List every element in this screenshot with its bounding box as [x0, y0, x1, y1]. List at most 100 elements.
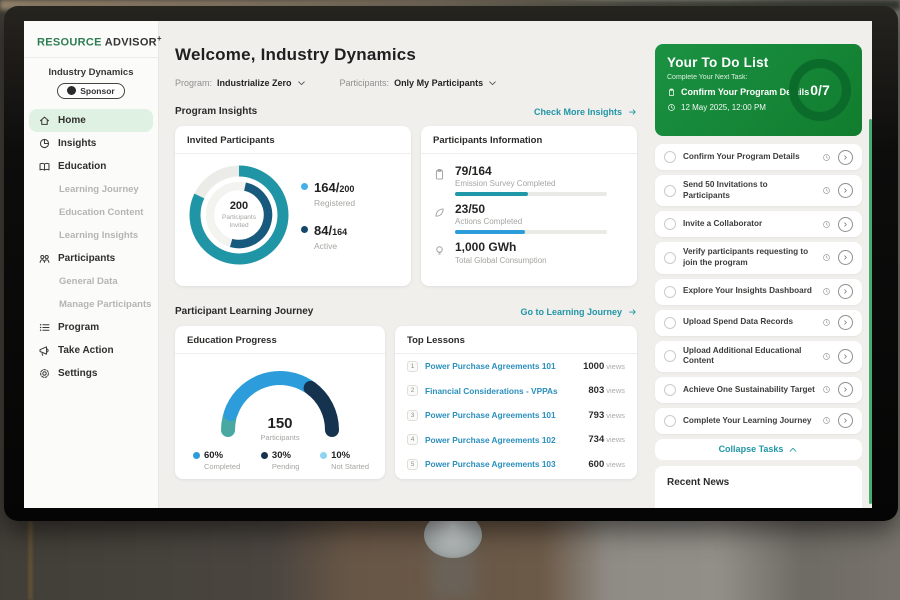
legend-label: Active	[314, 241, 347, 251]
task-open-button[interactable]	[838, 284, 853, 299]
task-row[interactable]: Send 50 Invitations to Participants	[655, 175, 862, 206]
task-checkbox[interactable]	[664, 185, 676, 197]
legend-item-registered: 164/200 Registered	[301, 179, 355, 208]
lesson-row: 5 Power Purchase Agreements 103 600views	[395, 452, 637, 477]
lesson-link[interactable]: Power Purchase Agreements 101	[425, 410, 581, 420]
participants-select[interactable]: Participants: Only My Participants	[340, 78, 498, 88]
task-row[interactable]: Confirm Your Program Details	[655, 144, 862, 170]
legend-dot	[320, 452, 327, 459]
task-row[interactable]: Upload Additional Educational Content	[655, 341, 862, 372]
task-list: Confirm Your Program Details Send 50 Inv…	[655, 144, 862, 508]
task-checkbox[interactable]	[664, 317, 676, 329]
task-checkbox[interactable]	[664, 384, 676, 396]
task-checkbox[interactable]	[664, 286, 676, 298]
sidebar-item-label: General Data	[59, 276, 118, 287]
sidebar-item-home[interactable]: Home	[29, 109, 153, 132]
sidebar: RESOURCE ADVISOR+ Industry Dynamics Spon…	[24, 21, 159, 508]
task-open-button[interactable]	[838, 315, 853, 330]
task-open-button[interactable]	[838, 382, 853, 397]
collapse-tasks-link[interactable]: Collapse Tasks	[655, 439, 862, 460]
stat-actions-completed: 23/50 Actions Completed	[433, 203, 625, 234]
sidebar-item-learning-journey[interactable]: Learning Journey	[24, 178, 158, 201]
legend-item-not-started: 10%Not Started	[320, 450, 369, 471]
task-open-button[interactable]	[838, 413, 853, 428]
lesson-link[interactable]: Power Purchase Agreements 101	[425, 361, 576, 371]
legend-label: Completed	[204, 462, 240, 471]
task-row[interactable]: Invite a Collaborator	[655, 211, 862, 237]
task-open-button[interactable]	[838, 217, 853, 232]
task-open-button[interactable]	[838, 183, 853, 198]
sidebar-item-learning-insights[interactable]: Learning Insights	[24, 224, 158, 247]
legend-label: Not Started	[331, 462, 369, 471]
card-title: Education Progress	[175, 326, 385, 354]
views-suffix: views	[606, 386, 625, 395]
progress-bar	[455, 192, 607, 196]
task-checkbox[interactable]	[664, 252, 676, 264]
main-content: Welcome, Industry Dynamics Program: Indu…	[159, 21, 649, 508]
task-label: Confirm Your Program Details	[683, 147, 815, 168]
chevron-right-icon	[842, 221, 849, 228]
legend-total: 200	[339, 184, 354, 194]
lesson-link[interactable]: Power Purchase Agreements 102	[425, 435, 581, 445]
task-row[interactable]: Verify participants requesting to join t…	[655, 242, 862, 273]
program-icon	[38, 321, 51, 334]
lesson-row: 3 Power Purchase Agreements 101 793views	[395, 403, 637, 428]
task-checkbox[interactable]	[664, 218, 676, 230]
sponsor-badge[interactable]: Sponsor	[57, 83, 124, 99]
check-more-insights-link[interactable]: Check More Insights	[534, 107, 639, 117]
clock-icon	[667, 103, 676, 112]
sidebar-item-participants[interactable]: Participants	[24, 247, 158, 270]
program-select[interactable]: Program: Industrialize Zero	[175, 78, 306, 88]
task-row[interactable]: Achieve One Sustainability Target	[655, 377, 862, 403]
top-lessons-card: Top Lessons 1 Power Purchase Agreements …	[395, 326, 637, 479]
take-action-icon	[38, 344, 51, 357]
lightbulb-icon	[433, 244, 446, 257]
sidebar-item-education[interactable]: Education	[24, 155, 158, 178]
lesson-link[interactable]: Power Purchase Agreements 103	[425, 459, 581, 469]
task-open-button[interactable]	[838, 250, 853, 265]
lesson-views: 1000	[583, 361, 604, 372]
legend-total: 164	[332, 227, 347, 237]
lesson-link[interactable]: Financial Considerations - VPPAs	[425, 386, 581, 396]
task-open-button[interactable]	[838, 349, 853, 364]
sidebar-item-label: Learning Insights	[59, 230, 138, 241]
task-open-button[interactable]	[838, 150, 853, 165]
task-checkbox[interactable]	[664, 415, 676, 427]
sidebar-item-manage-participants[interactable]: Manage Participants	[24, 293, 158, 316]
chevron-down-icon	[297, 80, 306, 87]
legend-item-pending: 30%Pending	[261, 450, 300, 471]
chevron-right-icon	[842, 254, 849, 261]
stat-label: Actions Completed	[455, 217, 607, 226]
section-title-program-insights: Program Insights	[175, 106, 257, 117]
task-checkbox[interactable]	[664, 151, 676, 163]
legend-dot	[301, 183, 308, 190]
task-row[interactable]: Upload Spend Data Records	[655, 310, 862, 336]
task-row[interactable]: Complete Your Learning Journey	[655, 408, 862, 434]
stat-label: Total Global Consumption	[455, 256, 547, 265]
sidebar-item-take-action[interactable]: Take Action	[24, 339, 158, 362]
stat-value: 1,000 GWh	[455, 241, 547, 254]
go-to-learning-journey-link[interactable]: Go to Learning Journey	[520, 307, 639, 317]
task-checkbox[interactable]	[664, 350, 676, 362]
legend-label: Pending	[272, 462, 300, 471]
sidebar-item-settings[interactable]: Settings	[24, 362, 158, 385]
sidebar-item-label: Manage Participants	[59, 299, 151, 310]
screen-scrollbar-accent[interactable]	[869, 119, 872, 504]
sidebar-item-general-data[interactable]: General Data	[24, 270, 158, 293]
todo-progress-ring: 0/7	[789, 59, 851, 121]
sidebar-item-education-content[interactable]: Education Content	[24, 201, 158, 224]
task-row[interactable]: Explore Your Insights Dashboard	[655, 279, 862, 305]
sidebar-item-insights[interactable]: Insights	[24, 132, 158, 155]
sidebar-item-program[interactable]: Program	[24, 316, 158, 339]
todo-panel: Your To Do List Complete Your Next Task:…	[649, 21, 872, 508]
brand-logo: RESOURCE ADVISOR+	[24, 31, 158, 58]
link-label: Check More Insights	[534, 107, 622, 117]
legend-item-active: 84/164 Active	[301, 222, 355, 251]
lesson-views: 734	[588, 434, 604, 445]
legend-item-completed: 60%Completed	[193, 450, 240, 471]
legend-pct: 60%	[204, 450, 240, 461]
brand-part1: RESOURCE	[37, 37, 102, 49]
program-select-value: Industrialize Zero	[217, 78, 292, 88]
legend-dot	[301, 226, 308, 233]
lesson-row: 2 Financial Considerations - VPPAs 803vi…	[395, 379, 637, 404]
